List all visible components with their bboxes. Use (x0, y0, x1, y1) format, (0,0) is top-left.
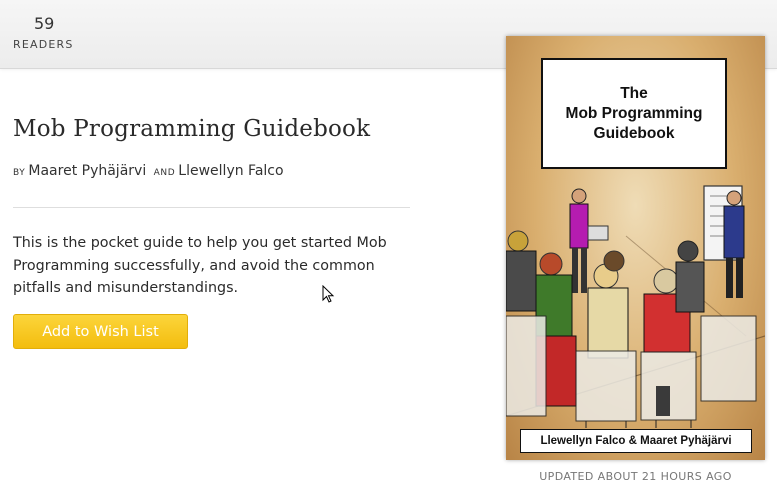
readers-count: 59 (34, 14, 55, 33)
cover-authors: Llewellyn Falco & Maaret Pyhäjärvi (520, 429, 752, 453)
divider (13, 207, 410, 208)
readers-label: READERS (13, 38, 74, 51)
author-link-2[interactable]: Llewellyn Falco (178, 163, 283, 179)
book-description: This is the pocket guide to help you get… (13, 235, 387, 296)
cover-title-box: The Mob Programming Guidebook (541, 58, 727, 169)
mouse-cursor-icon (322, 285, 335, 303)
book-cover-image[interactable]: The Mob Programming Guidebook Llewellyn … (506, 36, 765, 460)
book-title: Mob Programming Guidebook (13, 116, 371, 142)
add-to-wish-list-button[interactable]: Add to Wish List (13, 314, 188, 349)
book-authors: BY Maaret Pyhäjärvi AND Llewellyn Falco (13, 163, 284, 179)
cover-title-line-1: The (620, 84, 648, 102)
by-label: BY (13, 168, 26, 178)
author-link-1[interactable]: Maaret Pyhäjärvi (28, 163, 146, 179)
and-label: AND (153, 168, 176, 178)
cover-title-line-2: Mob Programming (565, 104, 703, 122)
cover-title-line-3: Guidebook (593, 124, 675, 142)
updated-timestamp: UPDATED ABOUT 21 HOURS AGO (539, 470, 732, 483)
